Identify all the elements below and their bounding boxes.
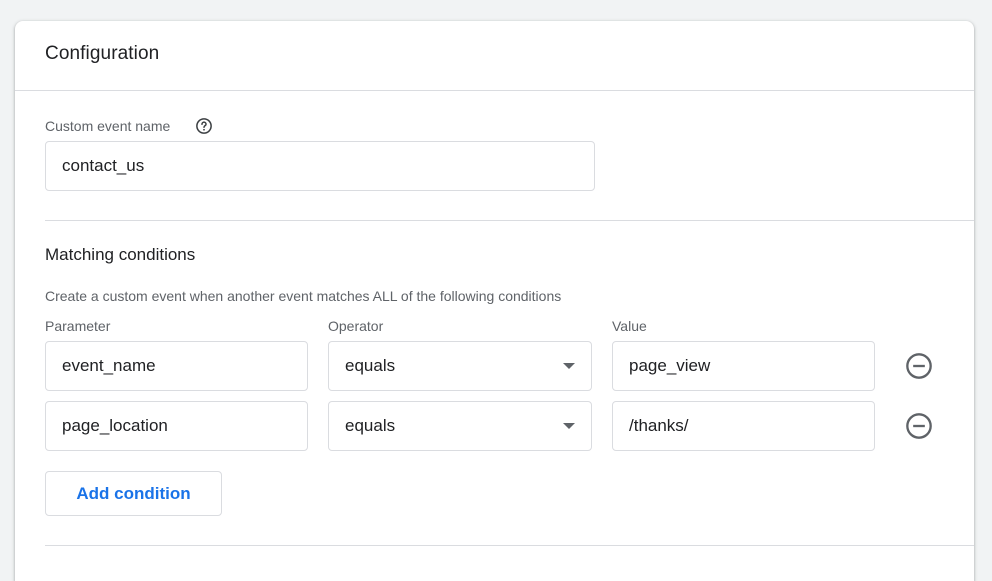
remove-circle-icon[interactable] bbox=[905, 412, 933, 440]
matching-conditions-description: Create a custom event when another event… bbox=[45, 288, 562, 304]
section-divider bbox=[45, 220, 974, 221]
parameter-input[interactable]: page_location bbox=[45, 401, 308, 451]
operator-value: equals bbox=[345, 356, 396, 375]
configuration-card: Configuration Custom event name contact_… bbox=[15, 21, 974, 581]
operator-select[interactable]: equals bbox=[328, 341, 592, 391]
value-value: page_view bbox=[629, 356, 711, 375]
custom-event-name-label: Custom event name bbox=[45, 118, 171, 134]
help-circle-icon[interactable] bbox=[195, 117, 213, 135]
add-condition-button[interactable]: Add condition bbox=[45, 471, 222, 516]
operator-select[interactable]: equals bbox=[328, 401, 592, 451]
value-value: /thanks/ bbox=[629, 416, 689, 435]
operator-value: equals bbox=[345, 416, 396, 435]
parameter-value: event_name bbox=[62, 356, 156, 375]
value-input[interactable]: page_view bbox=[612, 341, 875, 391]
header-divider bbox=[15, 90, 974, 91]
remove-circle-icon[interactable] bbox=[905, 352, 933, 380]
custom-event-name-input[interactable]: contact_us bbox=[45, 141, 595, 191]
dropdown-arrow-icon bbox=[563, 363, 575, 369]
value-column-label: Value bbox=[612, 318, 647, 334]
custom-event-name-value: contact_us bbox=[62, 156, 145, 175]
parameter-input[interactable]: event_name bbox=[45, 341, 308, 391]
section-divider bbox=[45, 545, 974, 546]
card-title: Configuration bbox=[45, 43, 160, 64]
dropdown-arrow-icon bbox=[563, 423, 575, 429]
matching-conditions-title: Matching conditions bbox=[45, 245, 196, 264]
parameter-value: page_location bbox=[62, 416, 168, 435]
operator-column-label: Operator bbox=[328, 318, 384, 334]
parameter-column-label: Parameter bbox=[45, 318, 111, 334]
value-input[interactable]: /thanks/ bbox=[612, 401, 875, 451]
